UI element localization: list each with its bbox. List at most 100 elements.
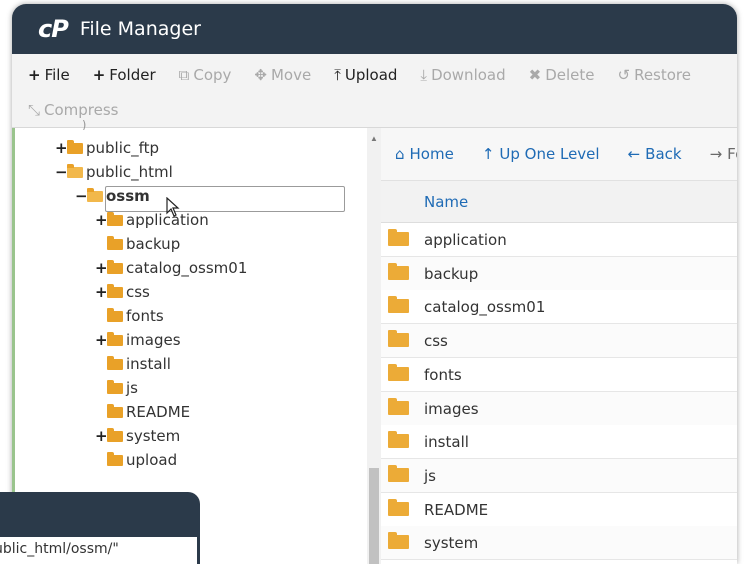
file-row[interactable]: js bbox=[381, 458, 737, 493]
collapse-toggle[interactable]: − bbox=[55, 163, 68, 181]
tree-item-readme[interactable]: README bbox=[95, 401, 190, 423]
tree-item-install[interactable]: install bbox=[95, 353, 171, 375]
tree-item-label: public_html bbox=[86, 163, 173, 181]
file-name: css bbox=[424, 332, 448, 351]
expand-toggle[interactable]: + bbox=[55, 139, 68, 157]
file-row[interactable]: catalog_ossm01 bbox=[381, 290, 737, 325]
move-button[interactable]: ✥ Move bbox=[254, 66, 311, 84]
name-column-header[interactable]: Name bbox=[424, 193, 468, 211]
file-row[interactable]: README bbox=[381, 492, 737, 527]
folder-button[interactable]: + Folder bbox=[93, 66, 156, 84]
scroll-up-arrow-icon[interactable]: ▲ bbox=[370, 134, 378, 143]
navigation-bar: ⌂ Home ↑ Up One Level ← Back → Fo bbox=[381, 128, 737, 181]
compress-button[interactable]: ⤡ Compress bbox=[28, 101, 119, 119]
compress-icon: ⤡ bbox=[28, 101, 41, 119]
tree-item-images[interactable]: + images bbox=[95, 329, 181, 351]
file-row[interactable]: system bbox=[381, 526, 737, 561]
home-button[interactable]: ⌂ Home bbox=[395, 145, 454, 163]
folder-icon bbox=[388, 397, 409, 415]
file-row[interactable]: css bbox=[381, 324, 737, 359]
tree-item-upload[interactable]: upload bbox=[95, 449, 177, 471]
upload-button[interactable]: ⤒ Upload bbox=[334, 66, 397, 84]
tree-item-public-ftp[interactable]: + public_ftp bbox=[55, 137, 159, 159]
tree-item-catalog-ossm01[interactable]: + catalog_ossm01 bbox=[95, 257, 247, 279]
expand-toggle[interactable]: + bbox=[95, 331, 108, 349]
forward-button[interactable]: → Fo bbox=[710, 145, 737, 163]
toolbar-row-1: + File + Folder ⧉ Copy ✥ Move ⤒ Upload ⤓ Download ✖ D… bbox=[28, 66, 714, 84]
folder-icon bbox=[107, 308, 123, 322]
file-row[interactable]: install bbox=[381, 425, 737, 460]
tree-item-label: backup bbox=[126, 235, 181, 253]
file-row[interactable]: images bbox=[381, 391, 737, 426]
level-up-icon: ↑ bbox=[481, 145, 495, 163]
up-one-level-button[interactable]: ↑ Up One Level bbox=[482, 145, 600, 163]
tree-item-public-html[interactable]: − public_html bbox=[55, 161, 173, 183]
tree-item-css[interactable]: + css bbox=[95, 281, 150, 303]
file-label: File bbox=[44, 66, 70, 84]
file-name: README bbox=[424, 500, 489, 519]
file-name: catalog_ossm01 bbox=[424, 298, 546, 317]
up-one-level-label: Up One Level bbox=[499, 145, 600, 163]
copy-label: Copy bbox=[193, 66, 232, 84]
folder-icon bbox=[107, 380, 123, 394]
upload-icon: ⤒ bbox=[334, 66, 341, 84]
folder-open-icon bbox=[67, 164, 83, 178]
folder-open-icon bbox=[87, 188, 103, 202]
download-button[interactable]: ⤓ Download bbox=[420, 66, 505, 84]
tree-item-ossm[interactable]: − ossm bbox=[75, 185, 150, 207]
expand-toggle[interactable]: + bbox=[95, 283, 108, 301]
tree-item-label: install bbox=[126, 355, 171, 373]
tree-item-backup[interactable]: backup bbox=[95, 233, 180, 255]
mouse-pointer-icon bbox=[166, 197, 180, 217]
home-icon: ⌂ bbox=[395, 145, 405, 163]
expand-toggle[interactable]: + bbox=[95, 427, 108, 445]
forward-label: Fo bbox=[727, 145, 737, 163]
folder-icon bbox=[107, 452, 123, 466]
tree-item-clipped: ) bbox=[55, 120, 87, 130]
compress-label: Compress bbox=[44, 101, 119, 119]
tree-item-label: js bbox=[126, 379, 138, 397]
back-label: Back bbox=[645, 145, 682, 163]
tree-scrollbar[interactable]: ▲ bbox=[367, 128, 381, 564]
title-bar: cP File Manager bbox=[12, 4, 737, 54]
tree-item-label: public_ftp bbox=[86, 139, 160, 157]
file-list-panel: ⌂ Home ↑ Up One Level ← Back → Fo Name a… bbox=[381, 128, 737, 564]
scroll-thumb[interactable] bbox=[369, 468, 379, 564]
move-icon: ✥ bbox=[254, 66, 267, 84]
file-row[interactable]: fonts bbox=[381, 357, 737, 392]
tree-item-js[interactable]: js bbox=[95, 377, 138, 399]
tree-item-label: README bbox=[126, 403, 191, 421]
tree-item-label: catalog_ossm01 bbox=[126, 259, 248, 277]
move-label: Move bbox=[270, 66, 312, 84]
file-row[interactable]: backup bbox=[381, 256, 737, 291]
collapse-toggle[interactable]: − bbox=[75, 187, 88, 205]
toolbar: + File + Folder ⧉ Copy ✥ Move ⤒ Upload ⤓ Download ✖ D… bbox=[12, 54, 737, 128]
file-name: system bbox=[424, 534, 479, 553]
restore-button[interactable]: ↺ Restore bbox=[618, 66, 692, 84]
file-name: application bbox=[424, 231, 507, 249]
expand-toggle[interactable]: + bbox=[95, 259, 108, 277]
expand-toggle[interactable]: + bbox=[95, 211, 108, 229]
tree-item-fonts[interactable]: fonts bbox=[95, 305, 164, 327]
folder-icon bbox=[107, 212, 123, 226]
file-button[interactable]: + File bbox=[28, 66, 70, 84]
tree-item-label: system bbox=[126, 427, 181, 445]
tree-item-application[interactable]: + application bbox=[95, 209, 209, 231]
file-row[interactable]: application bbox=[381, 223, 737, 257]
delete-button[interactable]: ✖ Delete bbox=[529, 66, 595, 84]
download-label: Download bbox=[431, 66, 506, 84]
folder-icon bbox=[388, 363, 409, 381]
tree-item-label: fonts bbox=[126, 307, 164, 325]
restore-icon: ↺ bbox=[617, 66, 631, 84]
copy-button[interactable]: ⧉ Copy bbox=[179, 66, 232, 84]
back-button[interactable]: ← Back bbox=[628, 145, 682, 163]
folder-icon bbox=[107, 260, 123, 274]
folder-icon bbox=[107, 404, 123, 418]
file-name: js bbox=[424, 466, 436, 485]
tree-item-label: images bbox=[126, 331, 181, 349]
cpanel-logo: cP bbox=[38, 15, 69, 43]
tree-item-system[interactable]: + system bbox=[95, 425, 180, 447]
folder-icon bbox=[388, 229, 409, 246]
folder-icon bbox=[388, 262, 409, 280]
plus-icon: + bbox=[92, 66, 106, 84]
